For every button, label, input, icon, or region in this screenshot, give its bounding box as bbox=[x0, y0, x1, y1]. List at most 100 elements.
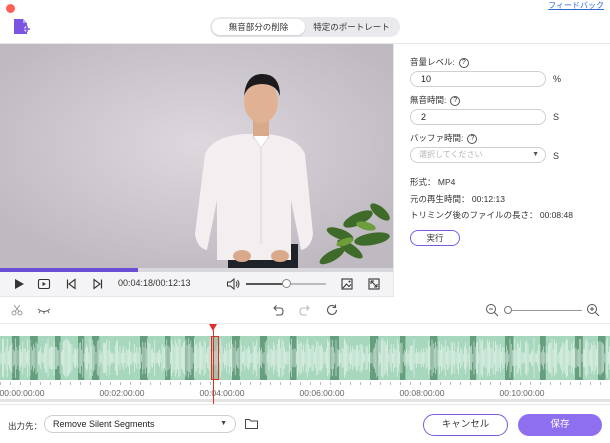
ruler-tick-mark bbox=[220, 382, 221, 385]
scissors-icon[interactable] bbox=[10, 303, 24, 317]
ruler-tick-mark bbox=[550, 382, 551, 385]
eye-icon[interactable] bbox=[37, 303, 51, 317]
add-media-icon[interactable] bbox=[12, 18, 30, 36]
ruler-tick-mark bbox=[30, 382, 31, 385]
ruler-tick-label: 00:10:00:00 bbox=[499, 388, 545, 398]
ruler-tick-mark bbox=[290, 382, 291, 385]
ruler-tick-mark bbox=[50, 382, 51, 385]
ruler-tick-label: 00:00:00:00 bbox=[0, 388, 45, 398]
volume-level-unit: % bbox=[553, 74, 562, 84]
help-icon[interactable]: ? bbox=[450, 95, 461, 106]
ruler-tick-mark bbox=[140, 382, 141, 385]
ruler-tick-mark bbox=[540, 382, 541, 385]
silent-segment bbox=[430, 336, 438, 380]
ruler-tick-mark bbox=[170, 382, 171, 385]
zoom-out-icon[interactable] bbox=[485, 303, 499, 317]
video-frame-image bbox=[0, 44, 393, 268]
snapshot-icon[interactable] bbox=[37, 277, 51, 291]
buffer-time-placeholder: 選択してください bbox=[419, 150, 483, 159]
tab-portrait[interactable]: 特定のポートレート bbox=[305, 19, 398, 35]
volume-level-input[interactable]: 10 bbox=[410, 71, 546, 87]
bottom-bar: 出力先： Remove Silent Segments ▼ キャンセル 保存 bbox=[0, 404, 610, 443]
prev-frame-icon[interactable] bbox=[64, 277, 78, 291]
ruler-tick-mark bbox=[20, 382, 21, 385]
ruler-tick-mark bbox=[450, 382, 451, 385]
ruler-tick-mark bbox=[240, 382, 241, 385]
volume-fill bbox=[246, 283, 286, 285]
ruler-tick-mark bbox=[590, 382, 591, 385]
output-label: 出力先： bbox=[8, 421, 43, 431]
ruler-tick-mark bbox=[320, 382, 321, 385]
volume-icon[interactable] bbox=[226, 277, 240, 291]
cancel-button[interactable]: キャンセル bbox=[423, 414, 508, 436]
ruler-tick-mark bbox=[520, 382, 521, 385]
format-info: 形式： MP4 bbox=[410, 177, 456, 187]
help-icon[interactable]: ? bbox=[458, 57, 469, 68]
ruler-tick-mark bbox=[440, 382, 441, 385]
ruler-tick-mark bbox=[230, 382, 231, 385]
ruler-tick-label: 00:04:00:00 bbox=[199, 388, 245, 398]
undo-icon[interactable] bbox=[271, 303, 285, 317]
next-frame-icon[interactable] bbox=[91, 277, 105, 291]
ruler-tick-mark bbox=[420, 382, 421, 385]
volume-knob[interactable] bbox=[282, 279, 291, 288]
redo-icon[interactable] bbox=[298, 303, 312, 317]
ruler-tick-mark bbox=[160, 382, 161, 385]
output-value: Remove Silent Segments bbox=[53, 419, 155, 429]
silence-time-input[interactable]: 2 bbox=[410, 109, 546, 125]
ruler-tick-mark bbox=[180, 382, 181, 385]
ruler-tick-mark bbox=[120, 382, 121, 385]
ruler-tick-mark bbox=[370, 382, 371, 385]
folder-icon[interactable] bbox=[245, 418, 258, 429]
volume-level-label: 音量レベル:? bbox=[410, 56, 469, 68]
fullscreen-icon[interactable] bbox=[367, 277, 381, 291]
ruler-tick-mark bbox=[490, 382, 491, 385]
video-preview[interactable] bbox=[0, 44, 393, 268]
ruler-tick-mark bbox=[330, 382, 331, 385]
timeline-toolbar bbox=[0, 297, 610, 324]
feedback-link[interactable]: フィードバック bbox=[548, 0, 604, 11]
ruler-tick-mark bbox=[280, 382, 281, 385]
playback-timecode: 00:04:18/00:12:13 bbox=[118, 278, 191, 288]
ruler-tick-mark bbox=[300, 382, 301, 385]
ruler-tick-mark bbox=[10, 382, 11, 385]
audio-waveform[interactable] bbox=[0, 336, 610, 380]
help-icon[interactable]: ? bbox=[467, 133, 478, 144]
chevron-down-icon: ▼ bbox=[532, 151, 539, 158]
zoom-slider[interactable] bbox=[508, 310, 582, 311]
settings-panel: 音量レベル:? 10 % 無音時間:? 2 S バッファ時間:? 選択してくださ… bbox=[393, 44, 610, 297]
zoom-knob[interactable] bbox=[504, 306, 512, 314]
run-button[interactable]: 実行 bbox=[410, 230, 460, 246]
ruler-tick-mark bbox=[80, 382, 81, 385]
chevron-down-icon: ▼ bbox=[220, 420, 227, 427]
ruler-tick-mark bbox=[100, 382, 101, 385]
buffer-time-label: バッファ時間:? bbox=[410, 132, 478, 144]
ruler-tick-mark bbox=[360, 382, 361, 385]
ruler-tick-mark bbox=[110, 382, 111, 385]
window-close-button[interactable] bbox=[6, 4, 15, 13]
play-icon[interactable] bbox=[12, 277, 26, 291]
save-button[interactable]: 保存 bbox=[518, 414, 602, 436]
playhead-handle[interactable] bbox=[209, 324, 217, 331]
silent-segment bbox=[260, 336, 268, 380]
output-select[interactable]: Remove Silent Segments ▼ bbox=[44, 415, 236, 433]
timeline[interactable]: 00:00:00:00 00:02:00:00 00:04:00:00 00:06:0… bbox=[0, 324, 610, 404]
ruler-tick-mark bbox=[530, 382, 531, 385]
crop-icon[interactable] bbox=[340, 277, 354, 291]
ruler-tick-mark bbox=[210, 382, 211, 385]
buffer-time-select[interactable]: 選択してください ▼ bbox=[410, 147, 546, 163]
ruler-tick-mark bbox=[430, 382, 431, 385]
reset-icon[interactable] bbox=[325, 303, 339, 317]
ruler-tick-mark bbox=[250, 382, 251, 385]
ruler-tick-mark bbox=[260, 382, 261, 385]
silent-segment bbox=[598, 336, 606, 380]
tab-remove-silence[interactable]: 無音部分の削除 bbox=[212, 19, 305, 35]
ruler-tick-label: 00:08:00:00 bbox=[399, 388, 445, 398]
timeline-scrollbar[interactable] bbox=[0, 399, 610, 402]
ruler-tick-mark bbox=[400, 382, 401, 385]
ruler-tick-mark bbox=[150, 382, 151, 385]
waveform-graphic bbox=[0, 336, 610, 380]
top-bar: 無音部分の削除 特定のポートレート フィードバック bbox=[0, 0, 610, 44]
zoom-in-icon[interactable] bbox=[586, 303, 600, 317]
ruler-tick-mark bbox=[190, 382, 191, 385]
